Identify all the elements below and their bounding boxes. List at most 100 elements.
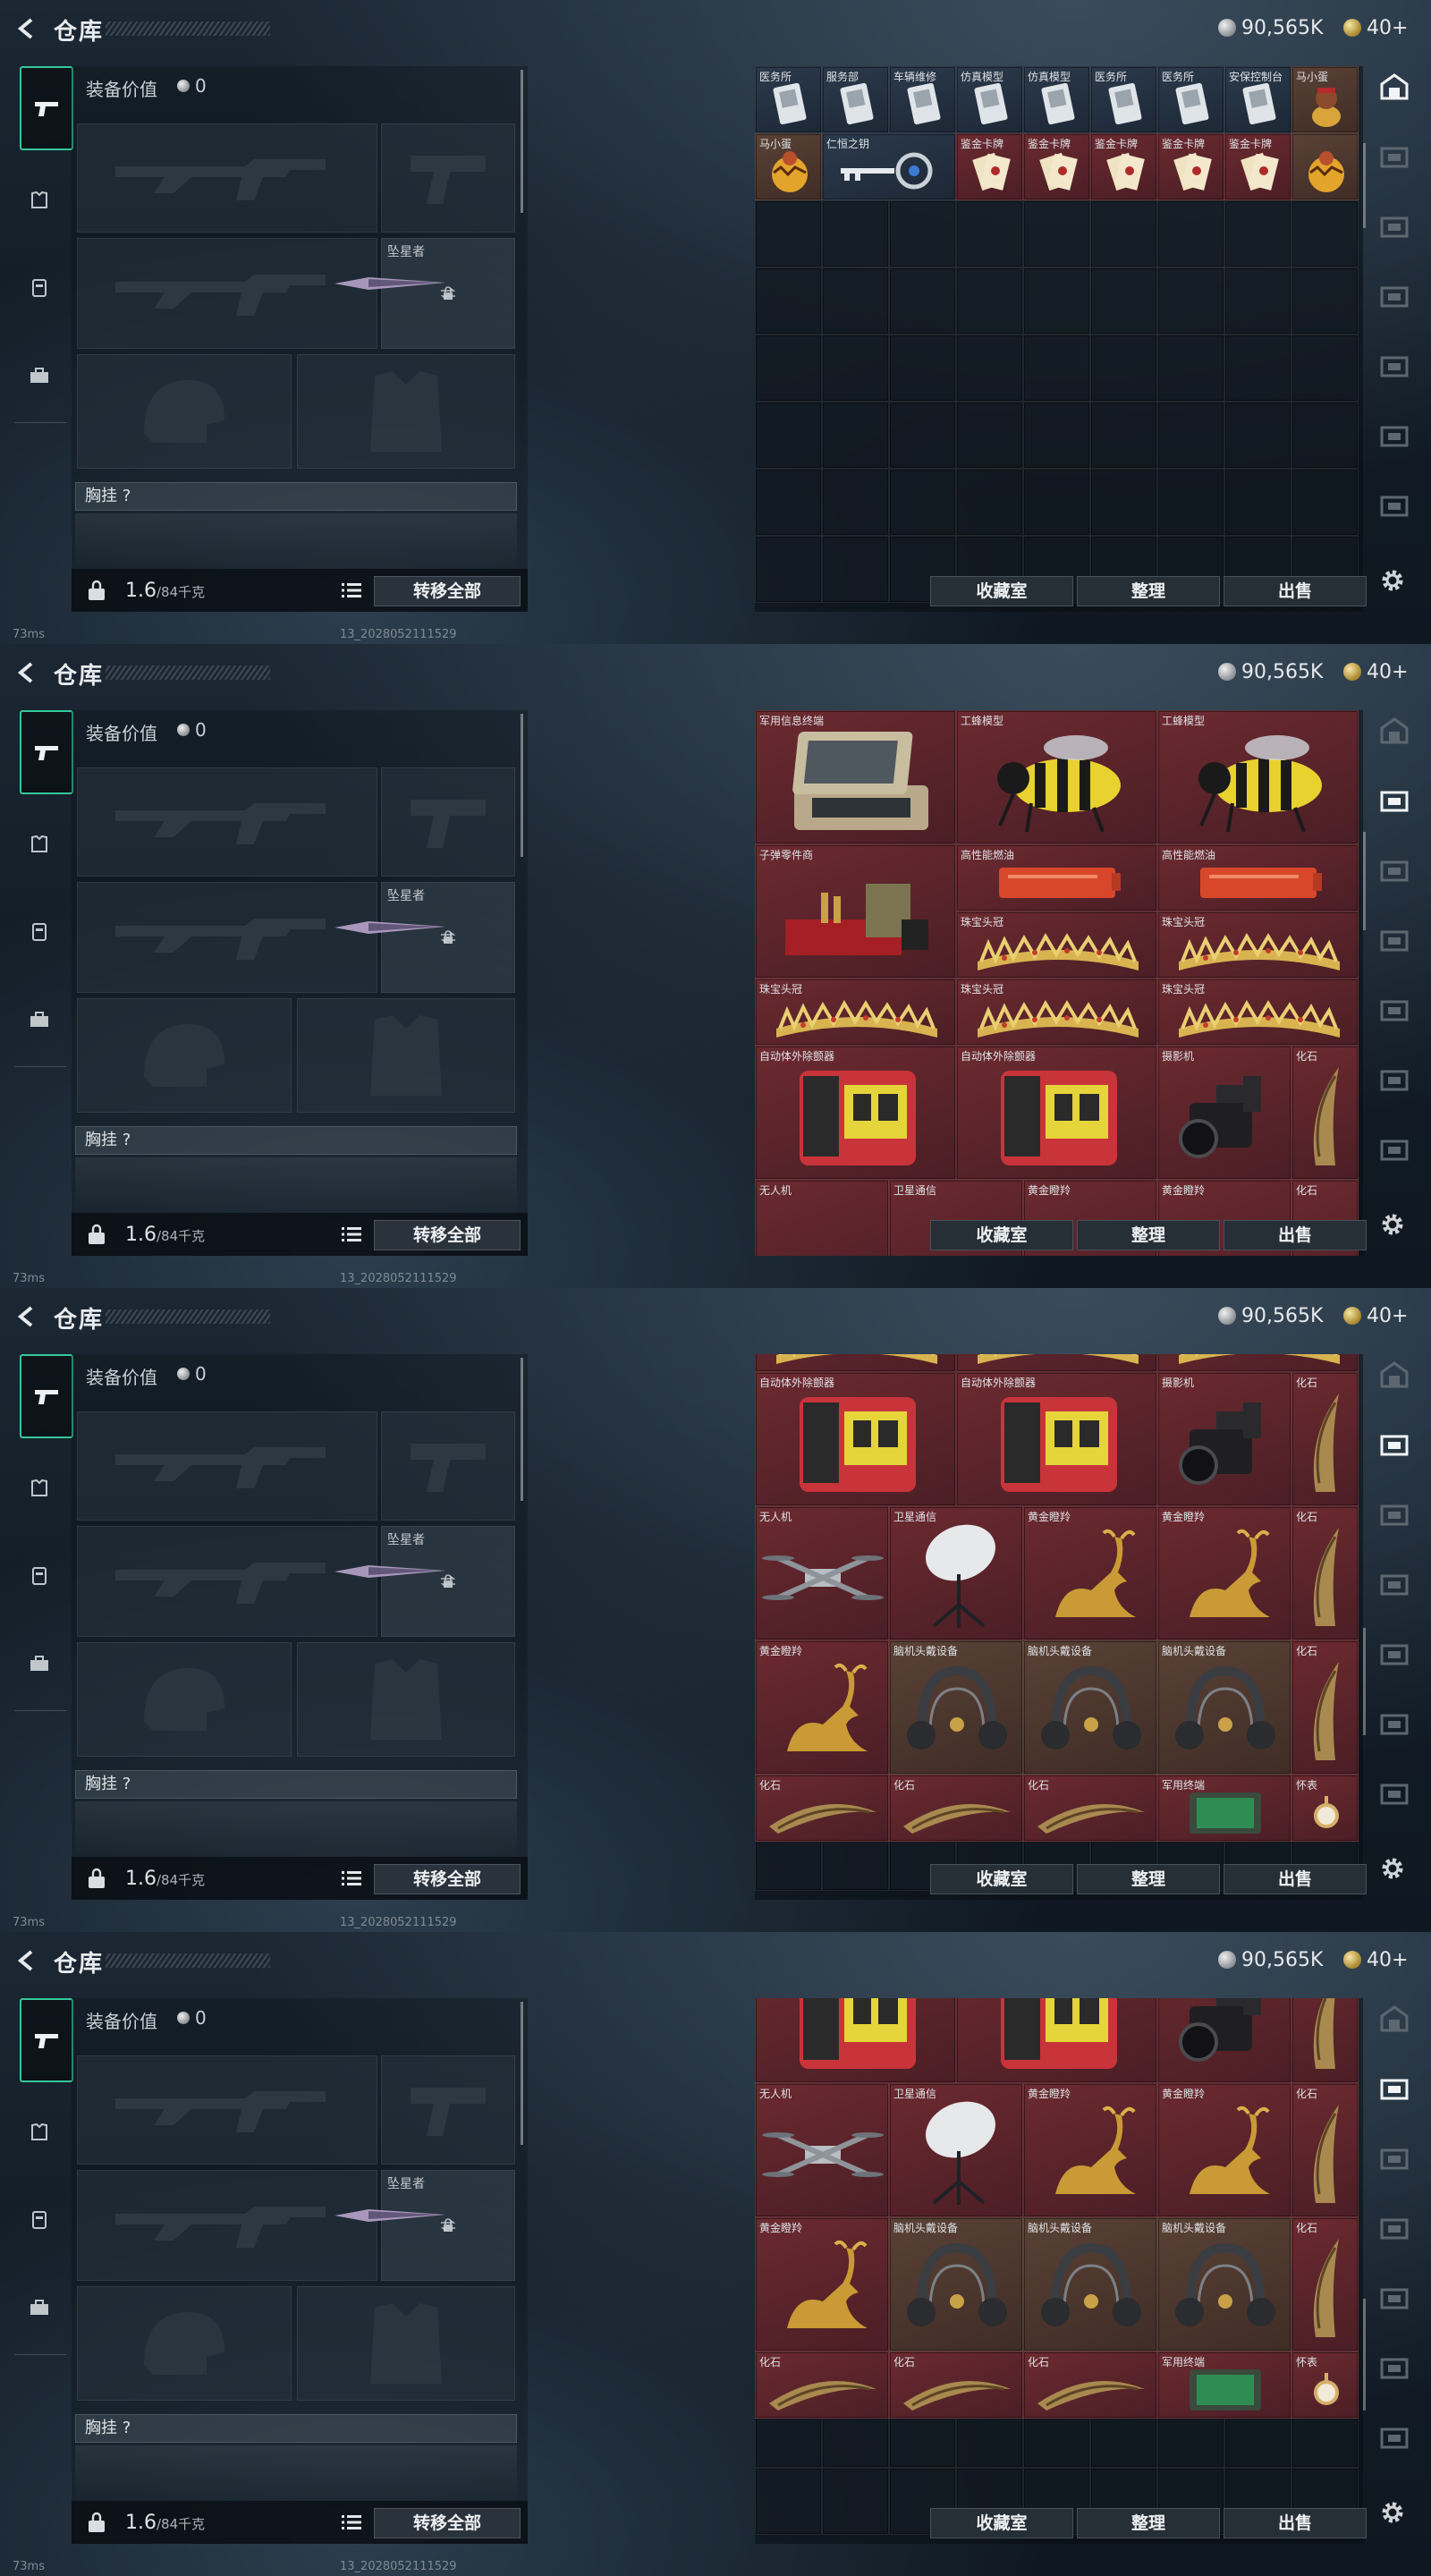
- stash-item[interactable]: 黄金瞪羚: [755, 1640, 889, 1775]
- stash-item[interactable]: 化石: [1023, 1775, 1157, 1842]
- chest-rig-label[interactable]: 胸挂 ?: [75, 1770, 517, 1799]
- empty-grid-cell[interactable]: [822, 335, 889, 402]
- tab-stash-7[interactable]: [1379, 1134, 1410, 1165]
- tab-stash-5[interactable]: [1379, 995, 1410, 1025]
- empty-grid-cell[interactable]: [889, 267, 956, 335]
- stash-item[interactable]: 马小蛋: [755, 133, 822, 200]
- body-armor-slot[interactable]: [297, 1642, 515, 1757]
- empty-grid-cell[interactable]: [956, 200, 1023, 267]
- sort-button[interactable]: 整理: [1077, 1220, 1220, 1250]
- chest-rig-label[interactable]: 胸挂 ?: [75, 482, 517, 511]
- gold-currency[interactable]: 40+: [1343, 658, 1408, 685]
- tab-rig[interactable]: [21, 914, 57, 950]
- stash-item[interactable]: 脑机头戴设备: [1023, 2217, 1157, 2351]
- empty-grid-cell[interactable]: [1224, 267, 1291, 335]
- sidearm-slot[interactable]: [381, 2055, 515, 2165]
- stash-item[interactable]: 黄金瞪羚: [755, 2217, 889, 2351]
- tab-stash-7[interactable]: [1379, 1778, 1410, 1809]
- gold-currency[interactable]: 40+: [1343, 1302, 1408, 1329]
- stash-item[interactable]: 珠宝头冠: [956, 911, 1157, 979]
- tab-stash-6[interactable]: [1379, 420, 1410, 451]
- stash-item[interactable]: 安保控制台: [1224, 66, 1291, 133]
- primary-weapon-slot[interactable]: [77, 1411, 377, 1521]
- silver-currency[interactable]: 90,565K: [1218, 1946, 1323, 1973]
- transfer-all-button[interactable]: 转移全部: [374, 576, 521, 606]
- loadout-scrollbar[interactable]: [521, 2002, 523, 2145]
- tab-stash-7[interactable]: [1379, 490, 1410, 521]
- stash-scrollbar[interactable]: [1363, 1628, 1366, 1735]
- stash-item[interactable]: 无人机: [755, 2083, 889, 2217]
- body-armor-slot[interactable]: [297, 998, 515, 1113]
- primary-weapon-slot[interactable]: [77, 2055, 377, 2165]
- tab-stash-main[interactable]: [1379, 716, 1410, 746]
- tab-backpack[interactable]: [21, 2290, 57, 2326]
- loadout-scrollbar[interactable]: [521, 70, 523, 213]
- stash-item[interactable]: 化石: [1291, 1640, 1359, 1775]
- stash-item[interactable]: 自动体外除颤器: [755, 1046, 956, 1180]
- loadout-scrollbar[interactable]: [521, 714, 523, 857]
- gear-icon[interactable]: [1377, 565, 1408, 596]
- empty-grid-cell[interactable]: [956, 402, 1023, 469]
- tab-rig[interactable]: [21, 2202, 57, 2238]
- empty-grid-cell[interactable]: [1023, 335, 1090, 402]
- sell-button[interactable]: 出售: [1224, 576, 1367, 606]
- empty-grid-cell[interactable]: [1291, 335, 1359, 402]
- stash-item[interactable]: [755, 1354, 956, 1372]
- stash-item[interactable]: 高性能燃油: [956, 844, 1157, 911]
- stash-item[interactable]: 车辆维修: [889, 66, 956, 133]
- stash-item[interactable]: 摄影机: [1157, 1372, 1291, 1506]
- helmet-slot[interactable]: [77, 354, 292, 469]
- empty-grid-cell[interactable]: [1157, 335, 1224, 402]
- empty-grid-cell[interactable]: [1224, 335, 1291, 402]
- transfer-all-button[interactable]: 转移全部: [374, 1864, 521, 1894]
- stash-item[interactable]: 脑机头戴设备: [889, 2217, 1023, 2351]
- empty-grid-cell[interactable]: [1291, 267, 1359, 335]
- stash-item[interactable]: 无人机: [755, 1506, 889, 1640]
- gear-icon[interactable]: [1377, 1853, 1408, 1884]
- silver-currency[interactable]: 90,565K: [1218, 14, 1323, 41]
- tab-stash-2[interactable]: [1379, 1429, 1410, 1460]
- tab-armor[interactable]: [21, 1470, 57, 1506]
- stash-item[interactable]: 脑机头戴设备: [1023, 1640, 1157, 1775]
- stash-scrollbar[interactable]: [1363, 832, 1366, 930]
- empty-grid-cell[interactable]: [1291, 402, 1359, 469]
- stash-item[interactable]: 化石: [889, 2351, 1023, 2419]
- empty-grid-cell[interactable]: [956, 267, 1023, 335]
- empty-grid-cell[interactable]: [956, 335, 1023, 402]
- gear-icon[interactable]: [1377, 1209, 1408, 1240]
- silver-currency[interactable]: 90,565K: [1218, 1302, 1323, 1329]
- stash-item[interactable]: 脑机头戴设备: [889, 1640, 1023, 1775]
- tab-backpack[interactable]: [21, 1646, 57, 1682]
- stash-scrollbar[interactable]: [1363, 2299, 1366, 2411]
- stash-item[interactable]: 无人机: [755, 1180, 889, 1256]
- melee-slot[interactable]: 坠星者: [334, 2170, 515, 2281]
- empty-grid-cell[interactable]: [1224, 469, 1291, 536]
- stash-item[interactable]: 军用信息终端: [755, 710, 956, 844]
- stash-item[interactable]: 鉴金卡牌: [1224, 133, 1291, 200]
- empty-grid-cell[interactable]: [1023, 267, 1090, 335]
- tab-stash-3[interactable]: [1379, 1499, 1410, 1530]
- empty-grid-cell[interactable]: [822, 469, 889, 536]
- tab-stash-main[interactable]: [1379, 1360, 1410, 1390]
- empty-grid-cell[interactable]: [889, 469, 956, 536]
- stash-item[interactable]: 高性能燃油: [1157, 844, 1359, 911]
- empty-grid-cell[interactable]: [1090, 335, 1157, 402]
- empty-grid-cell[interactable]: [1157, 267, 1224, 335]
- empty-grid-cell[interactable]: [1090, 267, 1157, 335]
- collection-button[interactable]: 收藏室: [930, 2508, 1073, 2538]
- body-armor-slot[interactable]: [297, 354, 515, 469]
- empty-grid-cell[interactable]: [1090, 469, 1157, 536]
- tab-weapons[interactable]: [20, 1998, 73, 2082]
- stash-item[interactable]: 军用终端: [1157, 1775, 1291, 1842]
- stash-item[interactable]: 脑机头戴设备: [1157, 1640, 1291, 1775]
- tab-armor[interactable]: [21, 826, 57, 862]
- collection-button[interactable]: 收藏室: [930, 576, 1073, 606]
- empty-grid-cell[interactable]: [755, 536, 822, 603]
- back-arrow-icon[interactable]: [14, 1304, 39, 1329]
- tab-backpack[interactable]: [21, 358, 57, 394]
- empty-grid-cell[interactable]: [889, 200, 956, 267]
- collection-button[interactable]: 收藏室: [930, 1220, 1073, 1250]
- stash-item[interactable]: 化石: [755, 2351, 889, 2419]
- empty-grid-cell[interactable]: [1157, 469, 1224, 536]
- empty-grid-cell[interactable]: [822, 536, 889, 603]
